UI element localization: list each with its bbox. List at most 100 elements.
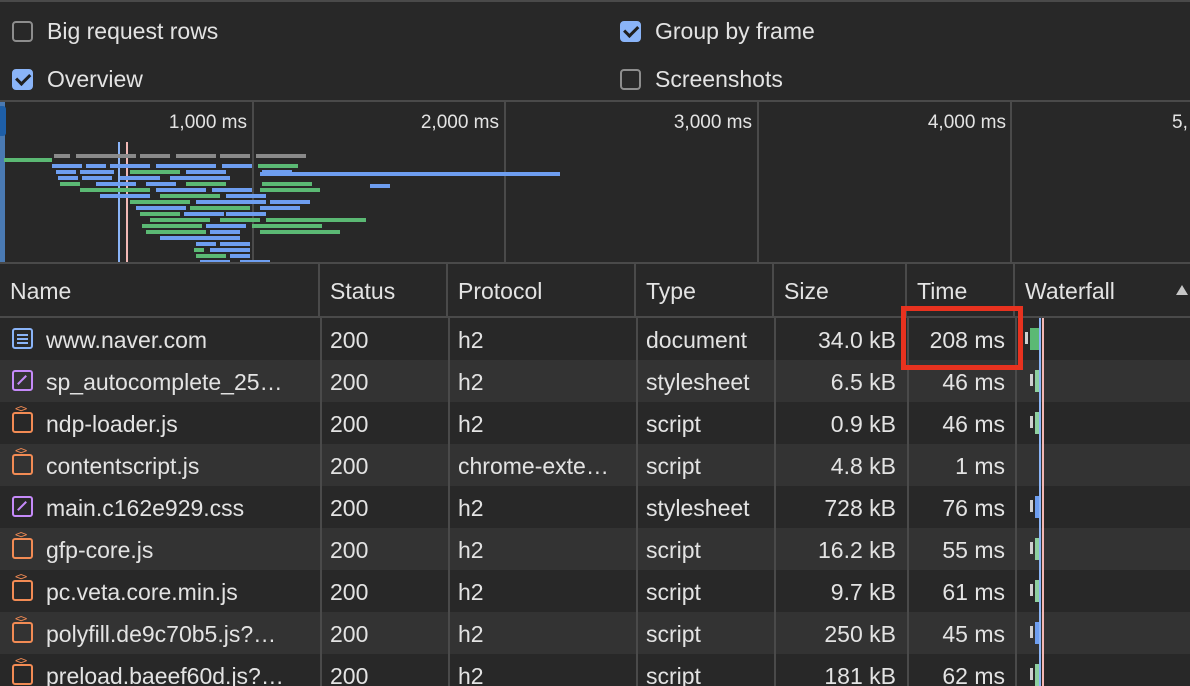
overview-request-bar [270, 200, 310, 204]
request-row[interactable]: www.naver.com 200 h2 document 34.0 kB 208 ms [0, 318, 1190, 360]
overview-request-bar [146, 182, 176, 186]
big-request-rows-checkbox[interactable] [12, 21, 33, 42]
overview-request-bar [4, 158, 52, 162]
script-icon [12, 402, 33, 433]
overview-checkbox[interactable] [12, 69, 33, 90]
request-row[interactable]: preload.baeef60d.js?… 200 h2 script 181 kB 62… [0, 654, 1190, 686]
overview-request-bar [140, 212, 180, 216]
overview-request-bar [142, 224, 202, 228]
waterfall-load-marker [1042, 318, 1044, 686]
request-row[interactable]: pc.veta.core.min.js 200 h2 script 9.7 kB 61 m… [0, 570, 1190, 612]
overview-tick: 1,000 ms [168, 112, 247, 133]
request-name[interactable]: ndp-loader.js [46, 402, 314, 444]
request-name[interactable]: gfp-core.js [46, 528, 314, 570]
waterfall-queue-bar [1030, 584, 1033, 596]
overview-request-bar [176, 154, 216, 158]
overview-request-bar [260, 206, 300, 210]
screenshots-option[interactable]: Screenshots [620, 66, 783, 93]
column-header-type[interactable]: Type [636, 264, 774, 316]
overview-request-bar [150, 218, 210, 222]
request-protocol: h2 [458, 579, 484, 605]
overview-request-bar [160, 194, 220, 198]
screenshots-checkbox[interactable] [620, 69, 641, 90]
stylesheet-icon [12, 496, 33, 517]
request-type: document [646, 327, 748, 353]
request-time: 46 ms [942, 411, 1005, 437]
overview-option[interactable]: Overview [12, 66, 143, 93]
grid-line [757, 102, 759, 262]
request-time: 45 ms [942, 621, 1005, 647]
column-header-waterfall[interactable]: Waterfall [1015, 264, 1190, 316]
request-time: 208 ms [929, 327, 1005, 353]
waterfall-dom-marker [1039, 318, 1041, 686]
request-name[interactable]: pc.veta.core.min.js [46, 570, 314, 612]
overview-request-bar [226, 194, 266, 198]
column-header-status[interactable]: Status [320, 264, 448, 316]
request-protocol: h2 [458, 663, 484, 686]
overview-request-bar [190, 206, 250, 210]
overview-request-bar [196, 200, 266, 204]
script-icon [12, 570, 33, 601]
overview-request-bar [196, 254, 226, 258]
request-protocol: h2 [458, 369, 484, 395]
overview-request-bar [136, 206, 186, 210]
overview-request-bar [266, 218, 366, 222]
overview-request-bar [184, 212, 224, 216]
column-header-size[interactable]: Size [774, 264, 907, 316]
overview-request-bar [120, 176, 160, 180]
request-row[interactable]: contentscript.js 200 chrome-exte… script 4.8… [0, 444, 1190, 486]
column-header-protocol[interactable]: Protocol [448, 264, 636, 316]
request-size: 728 kB [824, 495, 896, 521]
overview-request-bar [210, 248, 250, 252]
request-status: 200 [330, 495, 369, 521]
request-size: 16.2 kB [818, 537, 896, 563]
sort-ascending-icon[interactable] [1176, 285, 1188, 295]
script-icon [12, 444, 33, 475]
big-request-rows-option[interactable]: Big request rows [12, 18, 218, 45]
request-type: script [646, 621, 701, 647]
request-name[interactable]: contentscript.js [46, 444, 314, 486]
request-size: 4.8 kB [830, 453, 896, 479]
request-row[interactable]: gfp-core.js 200 h2 script 16.2 kB 55 ms [0, 528, 1190, 570]
request-list: www.naver.com 200 h2 document 34.0 kB 208 ms s… [0, 318, 1190, 686]
overview-request-bar [54, 154, 70, 158]
overview-request-bar [212, 188, 252, 192]
group-by-frame-checkbox[interactable] [620, 21, 641, 42]
request-row[interactable]: ndp-loader.js 200 h2 script 0.9 kB 46 ms [0, 402, 1190, 444]
overview-tick: 5, [1172, 112, 1188, 133]
request-name[interactable]: polyfill.de9c70b5.js?… [46, 612, 314, 654]
request-time: 76 ms [942, 495, 1005, 521]
big-request-rows-label: Big request rows [47, 18, 219, 44]
request-row[interactable]: polyfill.de9c70b5.js?… 200 h2 script 250 kB 4… [0, 612, 1190, 654]
script-icon [12, 528, 33, 559]
overview-timeline[interactable]: 1,000 ms 2,000 ms 3,000 ms 4,000 ms 5, [0, 102, 1190, 262]
column-header-time[interactable]: Time [907, 264, 1015, 316]
request-time: 55 ms [942, 537, 1005, 563]
overview-request-bar [60, 182, 80, 186]
request-size: 6.5 kB [830, 369, 896, 395]
request-name[interactable]: sp_autocomplete_25… [46, 360, 314, 402]
overview-request-bar [260, 230, 340, 234]
overview-request-bar [170, 176, 230, 180]
overview-request-bar [110, 164, 150, 168]
load-event-marker [126, 142, 128, 262]
column-header-name[interactable]: Name [0, 264, 320, 316]
waterfall-queue-bar [1030, 668, 1033, 680]
overview-request-bar [100, 194, 150, 198]
request-status: 200 [330, 453, 369, 479]
overview-request-bar [190, 236, 240, 240]
overview-request-bar [226, 212, 266, 216]
waterfall-header-label: Waterfall [1025, 278, 1115, 304]
overview-request-bar [230, 254, 250, 258]
request-name[interactable]: preload.baeef60d.js?… [46, 654, 314, 686]
overview-request-bar [210, 230, 240, 234]
request-type: script [646, 579, 701, 605]
overview-request-bar [80, 188, 150, 192]
overview-drag-grip[interactable] [0, 106, 6, 136]
request-row[interactable]: main.c162e929.css 200 h2 stylesheet 728 kB 76… [0, 486, 1190, 528]
dom-content-loaded-marker [118, 142, 120, 262]
request-name[interactable]: main.c162e929.css [46, 486, 314, 528]
group-by-frame-option[interactable]: Group by frame [620, 18, 815, 45]
request-name[interactable]: www.naver.com [46, 318, 314, 360]
request-row[interactable]: sp_autocomplete_25… 200 h2 stylesheet 6.5 kB… [0, 360, 1190, 402]
